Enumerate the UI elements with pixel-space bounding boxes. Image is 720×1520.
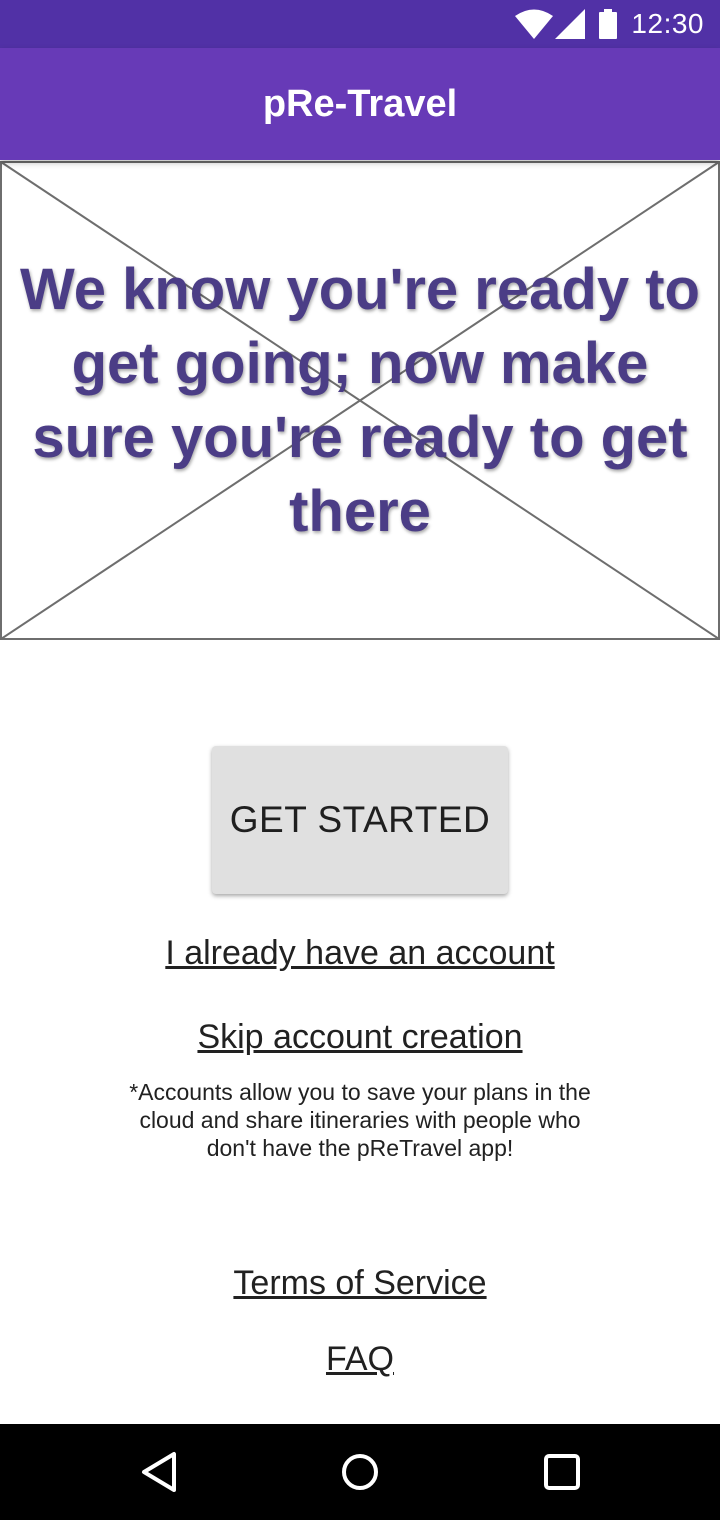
home-icon[interactable] [336, 1448, 384, 1496]
hero-tagline: We know you're ready to get going; now m… [20, 257, 700, 544]
status-time: 12:30 [631, 8, 704, 39]
faq-link[interactable]: FAQ [0, 1340, 720, 1379]
terms-link[interactable]: Terms of Service [0, 1264, 720, 1303]
skip-account-link[interactable]: Skip account creation [0, 1018, 720, 1057]
signal-icon [555, 9, 586, 39]
wifi-icon [515, 9, 554, 39]
status-bar: 12:30 [0, 0, 720, 48]
recents-icon[interactable] [538, 1448, 586, 1496]
hero-image-placeholder: We know you're ready to get going; now m… [0, 161, 720, 641]
navigation-bar [0, 1424, 720, 1520]
app-bar: pRe-Travel [0, 48, 720, 160]
battery-icon [599, 9, 618, 39]
status-icons: 12:30 [515, 0, 704, 48]
get-started-button[interactable]: GET STARTED [212, 746, 508, 894]
back-icon[interactable] [136, 1448, 184, 1496]
app-title: pRe-Travel [262, 82, 458, 125]
login-link[interactable]: I already have an account [0, 934, 720, 973]
accounts-note: *Accounts allow you to save your plans i… [129, 1079, 591, 1161]
